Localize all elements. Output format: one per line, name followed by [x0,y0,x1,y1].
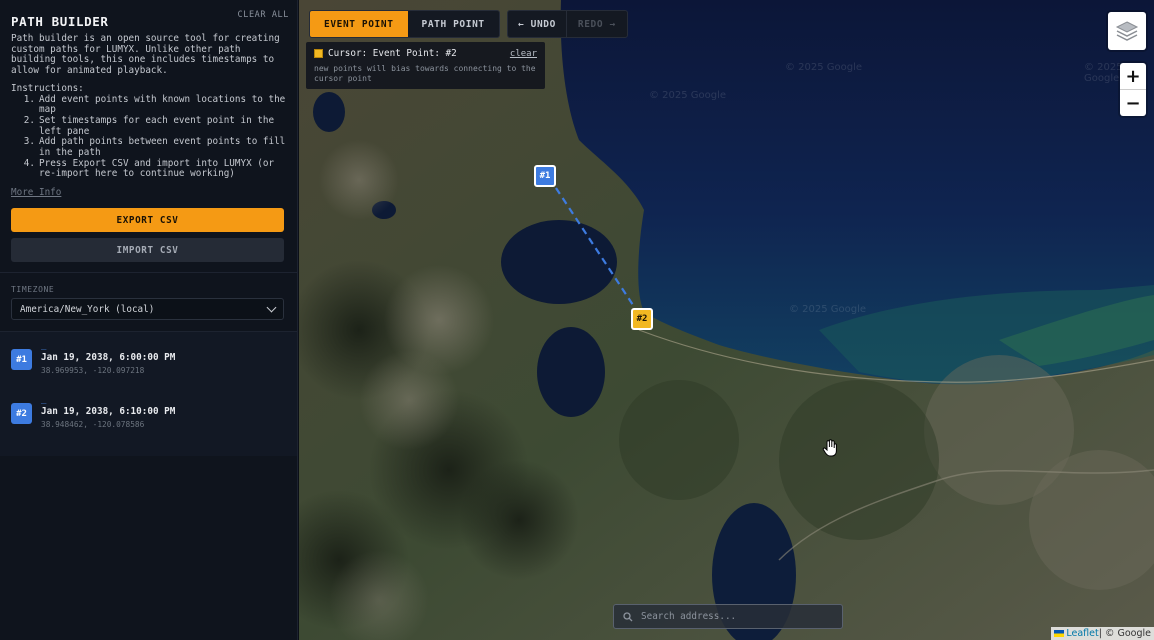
sidebar: PATH BUILDER CLEAR ALL Path builder is a… [0,0,298,640]
search-input[interactable] [639,610,833,623]
event-list: #1 _ Jan 19, 2038, 6:00:00 PM 38.969953,… [0,332,297,457]
ukraine-flag-icon [1054,630,1065,637]
attribution-text: | © Google [1098,628,1151,639]
instruction-number: 1. [23,93,35,105]
layers-icon [1115,21,1139,41]
map-watermark: © 2025 Google [785,62,863,73]
hand-cursor-icon [822,439,837,457]
path-point-mode-button[interactable]: PATH POINT [408,11,499,37]
event-timestamp[interactable]: Jan 19, 2038, 6:10:00 PM [41,406,175,417]
instruction-text: Press Export CSV and import into LUMYX (… [39,157,275,180]
map-watermark: © 2025 Google [649,90,727,101]
event-item[interactable]: #1 _ Jan 19, 2038, 6:00:00 PM 38.969953,… [0,342,297,396]
cursor-title: Cursor: Event Point: #2 [328,48,457,59]
instruction-item: 3. Add path points between event points t… [11,136,287,159]
instruction-number: 4. [23,157,35,169]
event-coordinates: 38.969953, -120.097218 [41,366,145,376]
clear-all-button[interactable]: CLEAR ALL [238,10,289,20]
instruction-item: 2. Set timestamps for each event point in… [11,114,287,137]
chevron-down-icon [266,302,277,313]
event-coordinates: 38.948462, -120.078586 [41,420,145,430]
instruction-number: 2. [23,114,35,126]
app-title: PATH BUILDER [11,14,109,29]
map-attribution: Leaflet | © Google [1051,627,1154,640]
event-point-mode-button[interactable]: EVENT POINT [310,11,408,37]
map-watermark: © 2025 Google [789,304,867,315]
address-search[interactable] [613,604,843,629]
event-timestamp[interactable]: Jan 19, 2038, 6:00:00 PM [41,352,175,363]
import-csv-button[interactable]: IMPORT CSV [11,238,284,263]
redo-button[interactable]: REDO → [565,11,627,37]
cursor-description: new points will bias towards connecting … [314,64,536,83]
export-csv-button[interactable]: EXPORT CSV [11,208,284,233]
cursor-clear-link[interactable]: clear [510,49,537,59]
instruction-item: 1. Add event points with known locations … [11,93,287,116]
event-name[interactable]: _ [41,396,175,405]
leaflet-link[interactable]: Leaflet [1066,628,1098,639]
instruction-text: Set timestamps for each event point in t… [39,114,275,137]
cursor-color-swatch [314,49,323,58]
event-badge: #2 [11,403,32,425]
mode-toggle: EVENT POINT PATH POINT [309,10,500,38]
event-marker-2[interactable]: #2 [631,308,653,330]
app-description: Path builder is an open source tool for … [11,33,286,77]
cursor-info-panel: Cursor: Event Point: #2 clear new points… [306,42,545,89]
undo-button[interactable]: ← UNDO [508,11,566,37]
instruction-number: 3. [23,136,35,148]
timezone-label: TIMEZONE [11,285,55,295]
zoom-out-button[interactable]: − [1120,89,1146,116]
event-marker-1[interactable]: #1 [534,165,556,187]
search-icon [623,611,633,621]
instructions-title: Instructions: [11,82,84,94]
history-controls: ← UNDO REDO → [507,10,628,38]
event-badge: #1 [11,349,32,371]
zoom-in-button[interactable]: + [1120,63,1146,89]
instruction-item: 4. Press Export CSV and import into LUMYX… [11,157,287,180]
map-view[interactable]: © 2025 Google © 2025 Google © 2025 Googl… [299,0,1154,640]
instruction-text: Add path points between event points to … [39,136,286,159]
satellite-imagery [299,0,1154,640]
timezone-value: America/New_York (local) [20,303,155,315]
event-name[interactable]: _ [41,342,175,351]
timezone-select[interactable]: America/New_York (local) [11,298,284,321]
zoom-control: + − [1120,63,1146,116]
event-item[interactable]: #2 _ Jan 19, 2038, 6:10:00 PM 38.948462,… [0,396,297,450]
instruction-text: Add event points with known locations to… [39,93,286,116]
more-info-link[interactable]: More Info [11,187,61,198]
layers-button[interactable] [1108,12,1146,50]
instructions-list: 1. Add event points with known locations … [11,93,287,181]
